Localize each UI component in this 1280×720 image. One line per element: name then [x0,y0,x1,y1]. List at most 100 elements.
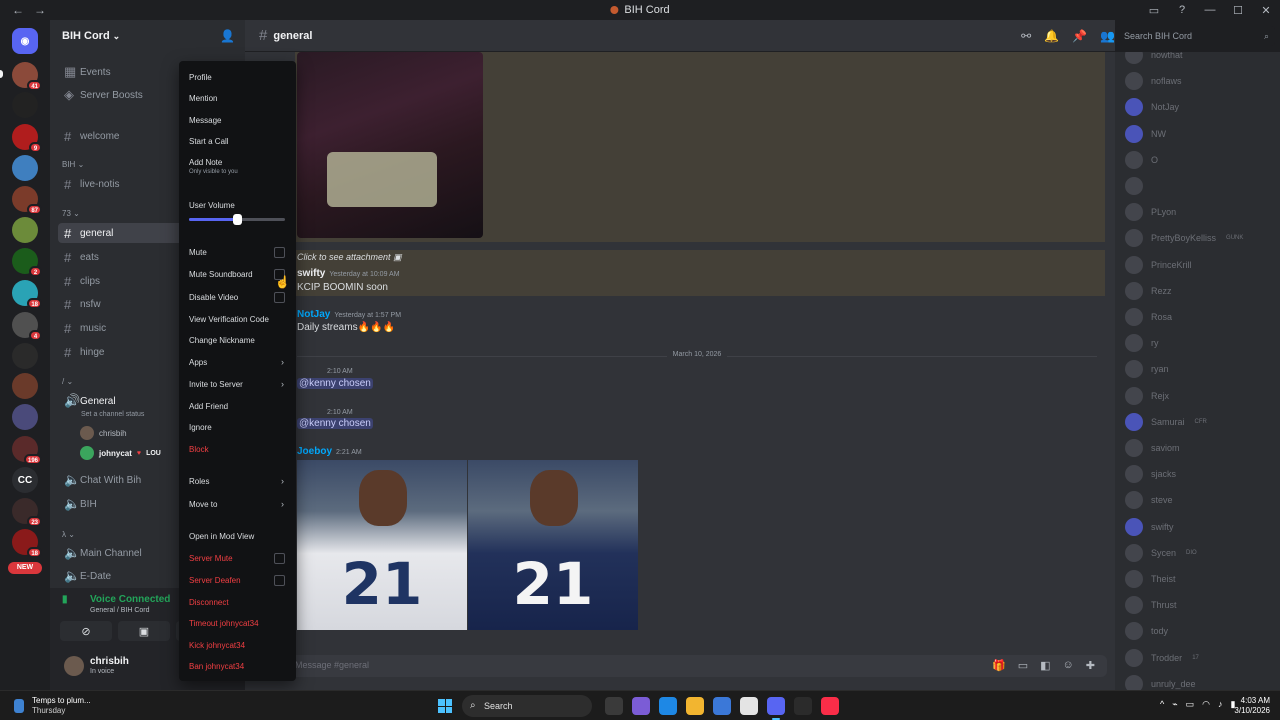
start-button[interactable] [438,699,452,713]
menu-item-add-note[interactable]: Add Note Only visible to you [189,158,238,175]
member-item[interactable]: steve [1125,491,1173,510]
apps-icon[interactable]: ✚ [1086,659,1095,672]
reply-reference[interactable]: Click to see attachment ▣ [297,252,402,263]
menu-item-roles[interactable]: Roles [189,477,209,486]
close-button[interactable]: ✕ [1252,4,1280,17]
store-icon[interactable] [713,697,731,715]
music-app-icon[interactable] [821,697,839,715]
menu-item-add-friend[interactable]: Add Friend [189,402,228,411]
mute-checkbox[interactable] [274,247,285,258]
copilot-icon[interactable] [632,697,650,715]
back-arrow-icon[interactable]: ← [12,3,24,17]
menu-item-profile[interactable]: Profile [189,73,212,82]
server-icon[interactable]: 23 [12,498,42,527]
menu-item-timeout[interactable]: Timeout johnycat34 [189,619,259,628]
user-volume-slider[interactable] [189,214,285,225]
member-item[interactable] [1125,177,1151,195]
user-mention[interactable]: @kenny chosen [297,418,373,429]
voice-user-johnycat[interactable]: johnycat ♥ LOU [80,446,161,460]
message-author[interactable]: swifty Yesterday at 10:09 AM [297,268,400,279]
server-icon[interactable]: 87 [12,186,42,215]
member-item[interactable]: nowthat [1125,52,1183,64]
server-mute-checkbox[interactable] [274,553,285,564]
avatar[interactable] [64,656,84,676]
member-item[interactable]: Rosa [1125,308,1172,326]
menu-item-ban[interactable]: Ban johnycat34 [189,662,244,671]
search-input[interactable]: Search BIH Cord ⌕ [1115,26,1275,46]
discord-icon[interactable] [767,697,785,720]
file-explorer-icon[interactable] [686,697,704,715]
member-item[interactable]: ryan [1125,360,1169,379]
category-lambda[interactable]: λ ⌄ [62,530,75,539]
member-list-icon[interactable]: 👥 [1100,29,1115,43]
server-icon[interactable] [12,373,38,399]
server-icon[interactable] [12,217,38,243]
member-item[interactable]: PrettyBoyKelliss GUNK [1125,229,1243,248]
inbox-icon[interactable]: ▭ [1140,4,1168,17]
menu-item-message[interactable]: Message [189,116,221,125]
slider-handle[interactable] [233,214,242,225]
invite-people-icon[interactable]: 👤 [220,29,235,43]
server-icon[interactable]: 2 [12,248,42,277]
menu-item-ignore[interactable]: Ignore [189,423,212,432]
member-item[interactable]: Rezz [1125,281,1172,300]
attachment-image[interactable] [297,52,483,238]
disable-video-checkbox[interactable] [274,292,285,303]
menu-item-mute[interactable]: Mute [189,248,207,257]
message-author[interactable]: 2:10 AM [297,365,353,376]
member-item[interactable]: unruly_dee [1125,674,1196,690]
server-icon[interactable] [12,92,38,118]
member-item[interactable]: PrinceKrill [1125,255,1192,274]
category-bih[interactable]: BIH ⌄ [62,160,84,169]
member-item[interactable]: Samurai CFR [1125,412,1207,431]
menu-item-open-mod-view[interactable]: Open in Mod View [189,532,254,541]
voice-location[interactable]: General / BIH Cord [90,607,150,614]
server-header[interactable]: BIH Cord ⌄ 👤 [50,20,245,52]
attachment-image[interactable]: 21 [468,460,638,630]
task-view-icon[interactable] [605,697,623,715]
server-icon[interactable]: 4 [12,312,42,341]
menu-item-mention[interactable]: Mention [189,94,217,103]
emoji-icon[interactable]: ☺ [1063,659,1074,672]
member-item[interactable]: ry [1125,334,1159,353]
direct-messages-button[interactable]: ◉ [12,28,38,54]
server-icon[interactable] [12,404,38,430]
sticker-icon[interactable]: ◧ [1040,659,1050,672]
screen-share-icon[interactable]: ▣ [118,621,170,641]
help-icon[interactable]: ? [1168,4,1196,16]
menu-item-mute-soundboard[interactable]: Mute Soundboard [189,270,253,279]
category-slash[interactable]: / ⌄ [62,377,73,386]
message-author[interactable]: Joeboy 2:21 AM [297,446,362,457]
menu-item-invite-to-server[interactable]: Invite to Server [189,380,243,389]
menu-item-apps[interactable]: Apps [189,358,207,367]
menu-item-move-to[interactable]: Move to [189,500,217,509]
member-item[interactable]: NW [1125,124,1166,143]
member-item[interactable]: saviom [1125,439,1180,457]
chrome-icon[interactable] [740,697,758,715]
server-icon[interactable]: 9 [12,124,42,153]
member-item[interactable]: sjacks [1125,465,1176,484]
menu-item-start-call[interactable]: Start a Call [189,137,229,146]
member-item[interactable]: Theist [1125,570,1176,588]
username[interactable]: chrisbih [90,656,129,667]
chevron-up-icon[interactable]: ^ [1160,699,1164,710]
minimize-button[interactable]: — [1196,4,1224,16]
maximize-button[interactable]: ☐ [1224,4,1252,17]
server-icon[interactable]: CC [12,467,38,493]
server-icon[interactable] [12,343,38,369]
noise-suppression-icon[interactable]: ⊘ [60,621,112,641]
menu-item-disconnect[interactable]: Disconnect [189,598,229,607]
server-icon[interactable] [12,155,38,181]
system-clock[interactable]: 4:03 AM 3/10/2026 [1234,696,1270,716]
weather-widget[interactable]: Temps to plum... Thursday [32,696,91,716]
member-item[interactable]: noflaws [1125,72,1182,91]
member-item[interactable]: tody [1125,622,1168,641]
menu-item-server-deafen[interactable]: Server Deafen [189,576,241,585]
set-channel-status[interactable]: Set a channel status [81,411,144,418]
voice-user-chrisbih[interactable]: chrisbih [80,426,127,440]
usb-icon[interactable]: ⌁ [1172,699,1177,710]
taskbar-search[interactable]: ⌕ Search [462,695,592,717]
bell-icon[interactable]: 🔔 [1044,29,1059,43]
user-mention[interactable]: @kenny chosen [297,378,373,389]
menu-item-block[interactable]: Block [189,445,209,454]
